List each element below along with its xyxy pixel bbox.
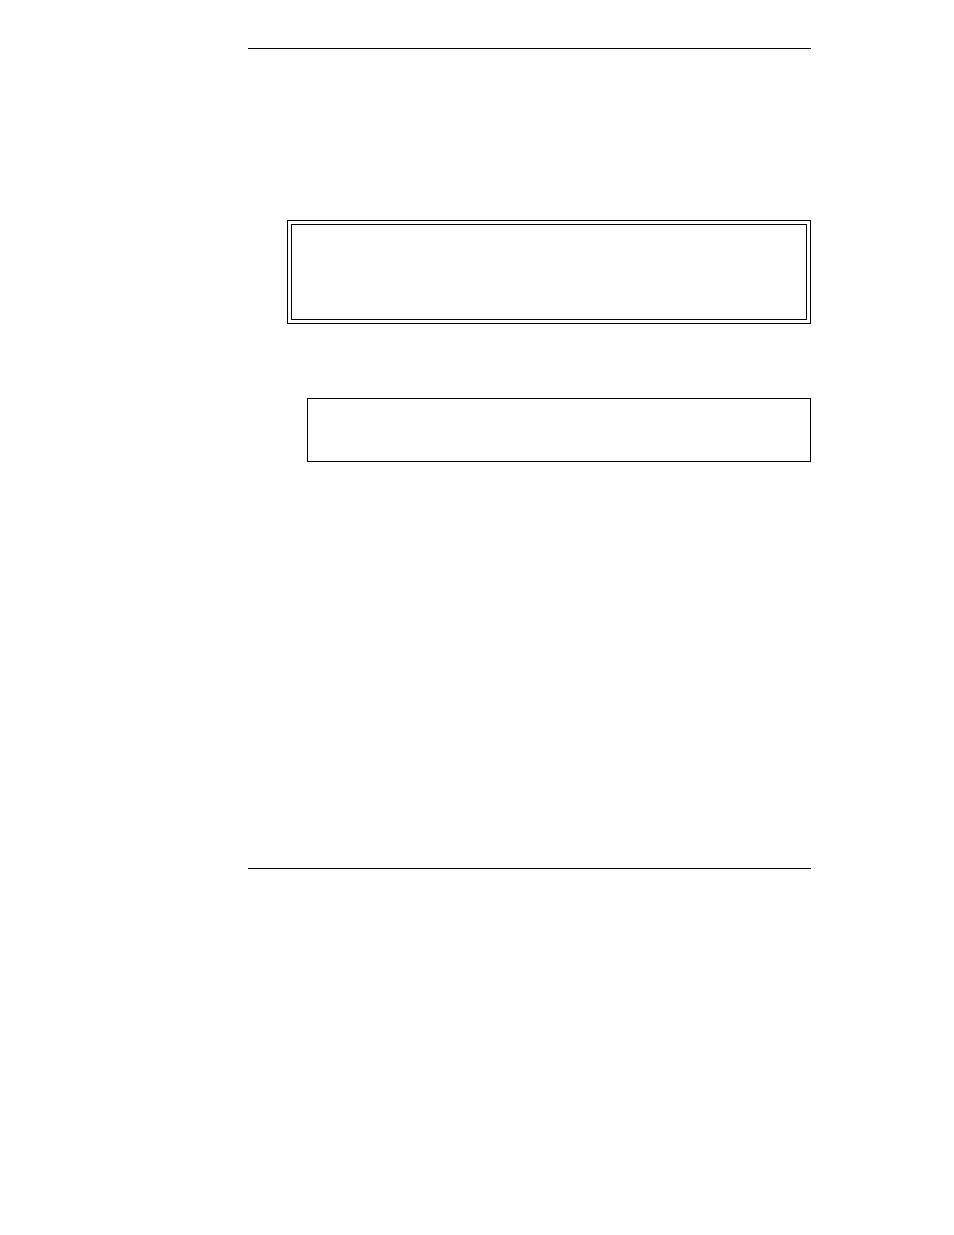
double-bordered-box [287,220,811,324]
bottom-rule [248,868,811,869]
top-rule [248,48,811,49]
single-bordered-box [307,398,811,462]
document-page [0,0,954,1235]
